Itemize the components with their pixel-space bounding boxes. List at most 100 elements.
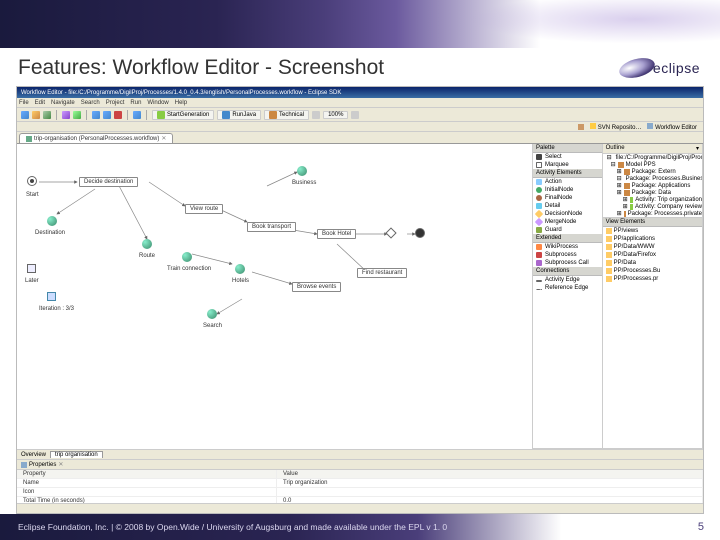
file-item[interactable]: PP/applications [603, 235, 702, 243]
search-node[interactable] [207, 309, 217, 321]
tree-act-trip[interactable]: ⊞Activity: Trip organization [603, 196, 702, 203]
view-route-node[interactable]: View route [185, 204, 223, 214]
technical-button[interactable]: Technical [264, 110, 309, 120]
hotels-node[interactable] [235, 264, 245, 276]
window-title: Workflow Editor - file:/C:/Programme/Dig… [21, 90, 341, 96]
menu-project[interactable]: Project [106, 100, 125, 106]
destination-node[interactable] [47, 216, 57, 228]
menu-edit[interactable]: Edit [35, 100, 45, 106]
workflow-perspective[interactable]: Workflow Editor [647, 123, 697, 131]
stop-icon[interactable] [114, 111, 122, 119]
book-transport-node[interactable]: Book transport [247, 222, 296, 232]
menu-window[interactable]: Window [147, 100, 168, 106]
tree-model[interactable]: ⊟Model PPS [603, 161, 702, 168]
outline-menu-icon[interactable]: ▾ [696, 145, 699, 152]
start-node[interactable] [27, 176, 37, 188]
run-java-button[interactable]: RunJava [217, 110, 261, 120]
palette-subprocess[interactable]: Subprocess [533, 251, 602, 259]
palette-wiki[interactable]: WikiProcess [533, 243, 602, 251]
file-item[interactable]: PP/Data [603, 259, 702, 267]
book-hotel-node[interactable]: Book Hotel [317, 229, 356, 239]
palette-connections-header: Connections [533, 267, 602, 276]
search-icon[interactable] [133, 111, 141, 119]
tree-root[interactable]: ⊟file:/C:/Programme/DigilProj/Process [603, 154, 702, 161]
palette-final[interactable]: FinalNode [533, 194, 602, 202]
zoom-level[interactable]: 100% [323, 111, 348, 119]
bottom-tab-strip: Overview trip organisation [17, 449, 703, 459]
view-elements-header: View Elements [603, 218, 702, 227]
browse-events-node[interactable]: Browse events [292, 282, 341, 292]
file-item[interactable]: PP/Processes.pr [603, 275, 702, 283]
print-icon[interactable] [43, 111, 51, 119]
route-node[interactable] [142, 239, 152, 251]
later-label: Later [25, 278, 39, 284]
menu-file[interactable]: File [19, 100, 29, 106]
trip-tab[interactable]: trip organisation [50, 451, 103, 458]
menu-search[interactable]: Search [81, 100, 100, 106]
status-bar [17, 503, 703, 513]
new-icon[interactable] [21, 111, 29, 119]
menu-run[interactable]: Run [130, 100, 141, 106]
tree-act-comp[interactable]: ⊞Activity: Company review [603, 203, 702, 210]
prop-name: Name [17, 479, 277, 488]
find-restaurant-node[interactable]: Find restaurant [357, 268, 407, 278]
start-generation-button[interactable]: StartGeneration [152, 110, 214, 120]
properties-tab[interactable]: Properties [29, 462, 56, 468]
menu-navigate[interactable]: Navigate [51, 100, 75, 106]
edges-layer [17, 144, 532, 449]
file-item[interactable]: PP/Processes.Bu [603, 267, 702, 275]
file-item[interactable]: PP/Data/WWW [603, 243, 702, 251]
tool-icon-2[interactable] [103, 111, 111, 119]
palette-subcall[interactable]: Subprocess Call [533, 259, 602, 267]
business-node[interactable] [297, 166, 307, 178]
eclipse-swirl-icon [617, 55, 657, 82]
tool-icon[interactable] [92, 111, 100, 119]
later-node[interactable] [27, 264, 36, 273]
svn-perspective[interactable]: SVN Reposito… [590, 123, 641, 131]
palette-activity-edge[interactable]: Activity Edge [533, 276, 602, 284]
slide-footer: Eclipse Foundation, Inc. | © 2008 by Ope… [0, 514, 720, 540]
perspective-bar: SVN Reposito… Workflow Editor [17, 122, 703, 132]
eclipse-logo: eclipse [624, 59, 700, 77]
end-node[interactable] [415, 228, 425, 240]
palette-extended-header: Extended [533, 234, 602, 243]
train-conn-node[interactable] [182, 252, 192, 264]
prop-name-val[interactable]: Trip organization [277, 479, 703, 488]
tree-pkg-apps[interactable]: ⊞Package: Applications [603, 182, 702, 189]
prop-col-value: Value [277, 470, 703, 479]
zoom-out-icon[interactable] [312, 111, 320, 119]
workflow-canvas[interactable]: Start Decide destination Destination Lat… [17, 144, 533, 449]
palette-view: Palette Select Marquee Activity Elements… [533, 144, 603, 448]
start-label: Start [26, 192, 39, 198]
palette-action[interactable]: Action [533, 178, 602, 186]
decide-destination-node[interactable]: Decide destination [79, 177, 138, 187]
palette-detail[interactable]: Detail [533, 202, 602, 210]
open-perspective-icon[interactable] [578, 124, 584, 130]
window-titlebar: Workflow Editor - file:/C:/Programme/Dig… [17, 87, 703, 98]
palette-decision[interactable]: DecisionNode [533, 210, 602, 218]
overview-tab[interactable]: Overview [21, 452, 46, 458]
palette-select[interactable]: Select [533, 153, 602, 161]
palette-marquee[interactable]: Marquee [533, 161, 602, 169]
palette-reference-edge[interactable]: Reference Edge [533, 284, 602, 292]
debug-icon[interactable] [62, 111, 70, 119]
zoom-in-icon[interactable] [351, 111, 359, 119]
palette-merge[interactable]: MergeNode [533, 218, 602, 226]
tree-pkg-extern[interactable]: ⊞Package: Extern [603, 168, 702, 175]
tree-pkg-biz[interactable]: ⊟Package: Processes.Business [603, 175, 702, 182]
decision-node[interactable] [387, 229, 395, 237]
prop-icon-val[interactable] [277, 488, 703, 497]
iteration-icon[interactable] [47, 292, 56, 301]
tree-pkg-data[interactable]: ⊞Package: Data [603, 189, 702, 196]
run-icon[interactable] [73, 111, 81, 119]
menu-help[interactable]: Help [175, 100, 187, 106]
file-item[interactable]: PP/views [603, 227, 702, 235]
palette-guard[interactable]: Guard [533, 226, 602, 234]
palette-initial[interactable]: InitialNode [533, 186, 602, 194]
editor-tab[interactable]: trip-organisation (PersonalProcesses.wor… [19, 133, 173, 143]
file-item[interactable]: PP/Data/Firefox [603, 251, 702, 259]
slide-title: Features: Workflow Editor - Screenshot [18, 56, 384, 80]
save-icon[interactable] [32, 111, 40, 119]
eclipse-window: Workflow Editor - file:/C:/Programme/Dig… [16, 86, 704, 514]
tree-pkg-priv[interactable]: ⊞Package: Processes.private [603, 210, 702, 217]
